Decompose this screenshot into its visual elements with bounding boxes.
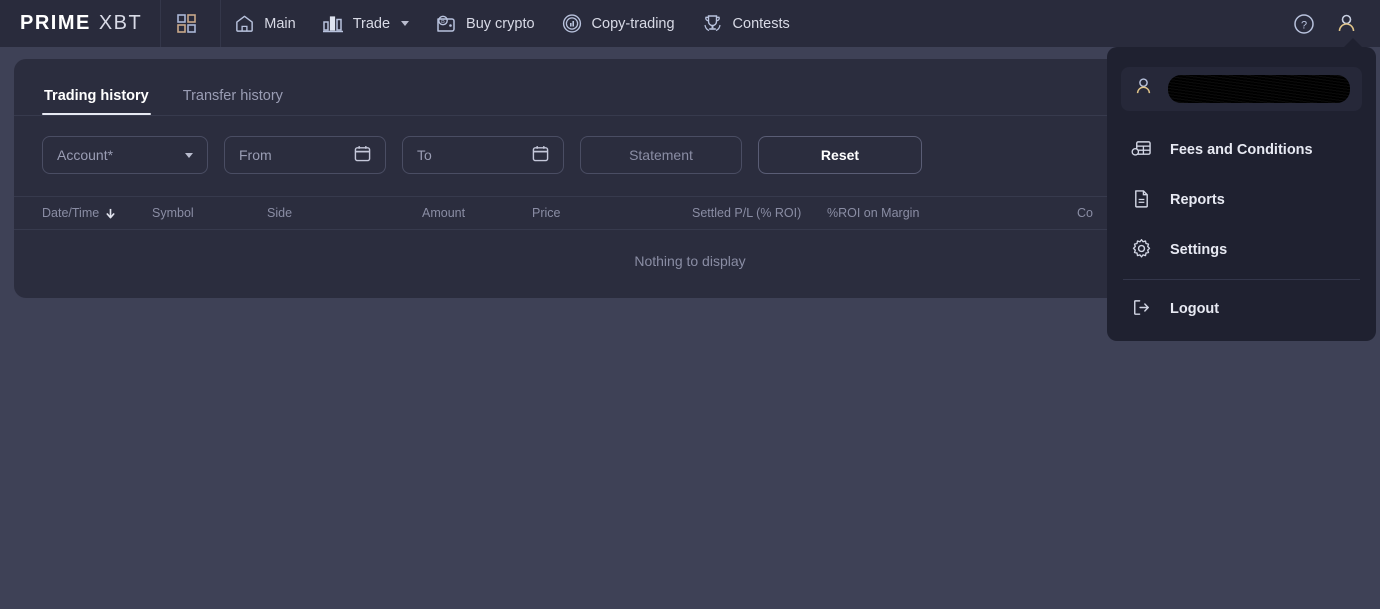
copy-trading-icon bbox=[561, 13, 583, 34]
username-redacted bbox=[1168, 75, 1350, 103]
date-to-input[interactable]: To bbox=[402, 136, 564, 174]
question-circle-icon[interactable]: ? bbox=[1293, 13, 1315, 35]
menu-label-reports: Reports bbox=[1170, 192, 1225, 208]
fees-table-icon bbox=[1131, 139, 1152, 162]
svg-text:?: ? bbox=[1301, 19, 1307, 31]
account-select[interactable]: Account* bbox=[42, 136, 208, 174]
date-from-input[interactable]: From bbox=[224, 136, 386, 174]
nav-label-contests: Contests bbox=[732, 15, 790, 32]
grid-apps-button[interactable] bbox=[161, 0, 212, 47]
date-to-placeholder: To bbox=[417, 147, 432, 163]
top-header: PRIME XBT Main Trade B Buy crypto Copy-t… bbox=[0, 0, 1380, 47]
account-select-label: Account* bbox=[57, 147, 114, 163]
document-icon bbox=[1131, 189, 1152, 212]
column-header-commission[interactable]: Co bbox=[1077, 206, 1093, 220]
statement-button[interactable]: Statement bbox=[580, 136, 742, 174]
header-right-actions: ? bbox=[1293, 0, 1380, 47]
nav-label-main: Main bbox=[264, 15, 296, 32]
calendar-icon bbox=[354, 145, 371, 165]
trophy-icon bbox=[701, 13, 724, 34]
logo-prime-text: PRIME bbox=[20, 12, 91, 34]
column-header-roi-on-margin[interactable]: %ROI on Margin bbox=[827, 206, 1077, 220]
reset-button[interactable]: Reset bbox=[758, 136, 922, 174]
menu-item-reports[interactable]: Reports bbox=[1107, 175, 1376, 225]
nav-item-buy-crypto[interactable]: B Buy crypto bbox=[422, 0, 548, 47]
nav-item-copy-trading[interactable]: Copy-trading bbox=[548, 0, 688, 47]
menu-item-logout[interactable]: Logout bbox=[1107, 284, 1376, 334]
home-icon bbox=[234, 13, 255, 34]
wallet-coin-icon: B bbox=[435, 13, 457, 34]
dropdown-user-row[interactable] bbox=[1121, 67, 1362, 111]
menu-item-settings[interactable]: Settings bbox=[1107, 225, 1376, 275]
column-header-price[interactable]: Price bbox=[532, 206, 692, 220]
tab-transfer-history[interactable]: Transfer history bbox=[181, 88, 285, 115]
bar-chart-icon bbox=[322, 13, 344, 34]
dropdown-items: Fees and Conditions Reports Settings Log… bbox=[1107, 125, 1376, 334]
calendar-icon bbox=[532, 145, 549, 165]
nav-item-contests[interactable]: Contests bbox=[688, 0, 803, 47]
nav-item-trade[interactable]: Trade bbox=[309, 0, 422, 47]
gear-icon bbox=[1131, 238, 1152, 263]
menu-label-logout: Logout bbox=[1170, 301, 1220, 317]
svg-text:B: B bbox=[441, 19, 445, 25]
date-from-placeholder: From bbox=[239, 147, 272, 163]
column-header-symbol[interactable]: Symbol bbox=[152, 206, 267, 220]
nav-item-main[interactable]: Main bbox=[221, 0, 308, 47]
logout-icon bbox=[1131, 298, 1152, 321]
dropdown-caret bbox=[1344, 38, 1362, 47]
sort-desc-icon bbox=[105, 208, 116, 219]
column-header-amount[interactable]: Amount bbox=[422, 206, 532, 220]
chevron-down-icon bbox=[185, 152, 193, 158]
nav-label-copy-trading: Copy-trading bbox=[591, 15, 675, 32]
nav-label-trade: Trade bbox=[352, 15, 391, 32]
column-label-datetime: Date/Time bbox=[42, 206, 100, 220]
column-header-side[interactable]: Side bbox=[267, 206, 422, 220]
brand-logo[interactable]: PRIME XBT bbox=[20, 12, 142, 35]
person-icon bbox=[1133, 76, 1154, 102]
menu-separator bbox=[1123, 279, 1360, 280]
grid-apps-icon bbox=[177, 14, 197, 33]
menu-item-fees-and-conditions[interactable]: Fees and Conditions bbox=[1107, 125, 1376, 175]
column-header-settled-pl[interactable]: Settled P/L (% ROI) bbox=[692, 206, 827, 220]
column-header-datetime[interactable]: Date/Time bbox=[42, 206, 152, 220]
menu-label-settings: Settings bbox=[1170, 242, 1228, 258]
person-icon[interactable] bbox=[1335, 12, 1358, 35]
nav-label-buy-crypto: Buy crypto bbox=[466, 15, 535, 32]
menu-label-fees-and-conditions: Fees and Conditions bbox=[1170, 142, 1313, 158]
tab-trading-history[interactable]: Trading history bbox=[42, 88, 151, 115]
user-dropdown-menu: Fees and Conditions Reports Settings Log… bbox=[1107, 47, 1376, 341]
logo-xbt-text: XBT bbox=[98, 12, 143, 34]
chevron-down-icon bbox=[401, 21, 410, 26]
main-navigation: Main Trade B Buy crypto Copy-trading Con… bbox=[161, 0, 803, 47]
